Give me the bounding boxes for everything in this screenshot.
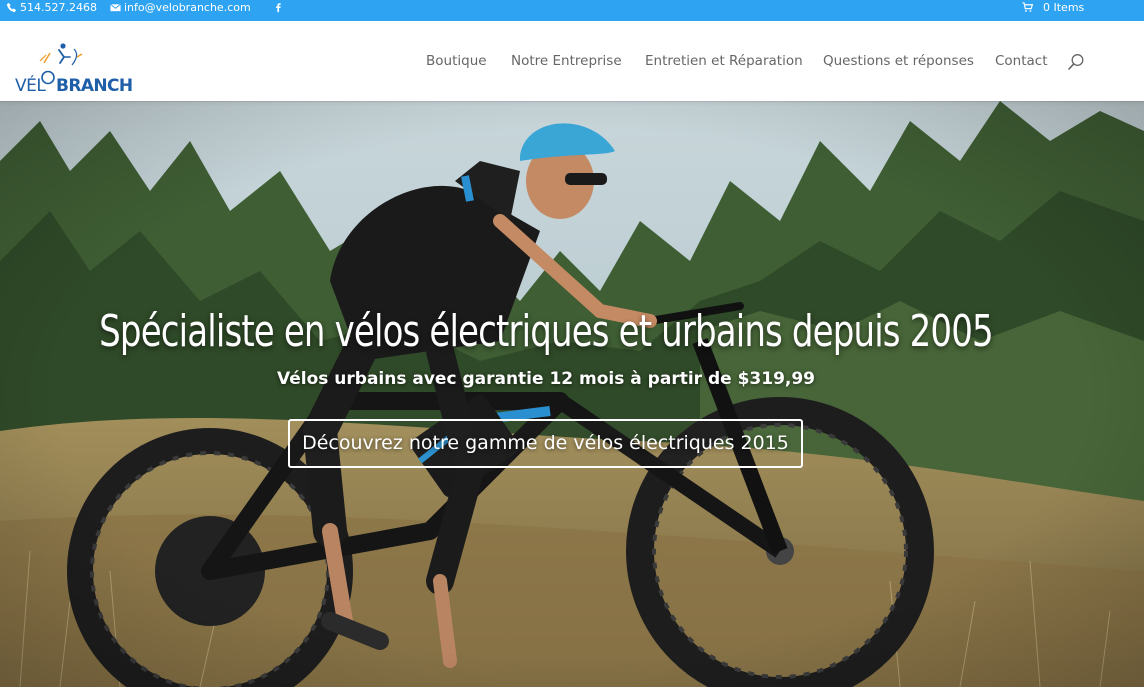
- hero-background-image: [0, 101, 1144, 687]
- nav-item-entretien[interactable]: Entretien et Réparation: [645, 52, 803, 70]
- email-contact[interactable]: info@velobranche.com: [110, 0, 251, 14]
- hero-subtitle: Vélos urbains avec garantie 12 mois à pa…: [276, 369, 816, 389]
- envelope-icon: [110, 3, 121, 11]
- logo-text-branche: BRANCHE: [56, 76, 134, 93]
- cart-icon: [1022, 1, 1033, 12]
- site-header: VÉL BRANCHE Boutique Notre Entreprise En…: [0, 21, 1144, 101]
- nav-item-notre-entreprise[interactable]: Notre Entreprise: [511, 52, 622, 70]
- nav-item-contact[interactable]: Contact: [995, 52, 1048, 70]
- nav-item-questions[interactable]: Questions et réponses: [823, 52, 974, 70]
- hero-section: Spécialiste en vélos électriques et urba…: [0, 101, 1144, 687]
- facebook-icon: [276, 2, 281, 12]
- phone-number[interactable]: 514.527.2468: [20, 1, 97, 14]
- top-bar: 514.527.2468 info@velobranche.com 0 Item…: [0, 0, 1144, 21]
- phone-icon: [6, 2, 17, 12]
- hero-title: Spécialiste en vélos électriques et urba…: [99, 306, 994, 357]
- facebook-link[interactable]: [273, 0, 284, 14]
- phone-contact[interactable]: 514.527.2468: [6, 0, 97, 14]
- discover-range-button[interactable]: Découvrez notre gamme de vélos électriqu…: [288, 419, 803, 468]
- logo-text-velo: VÉL: [15, 74, 46, 93]
- search-icon[interactable]: [1067, 53, 1085, 71]
- main-nav: Boutique Notre Entreprise Entretien et R…: [0, 52, 1144, 72]
- cart-link[interactable]: 0 Items: [1022, 0, 1084, 14]
- cart-count[interactable]: 0 Items: [1043, 1, 1084, 14]
- email-address[interactable]: info@velobranche.com: [124, 1, 251, 14]
- nav-item-boutique[interactable]: Boutique: [426, 52, 487, 70]
